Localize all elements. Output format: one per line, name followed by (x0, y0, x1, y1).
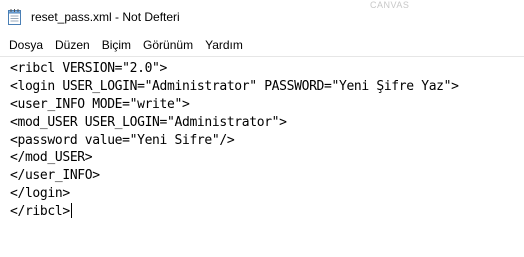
menu-yardim[interactable]: Yardım (199, 38, 249, 52)
text-line: </user_INFO> (10, 168, 100, 184)
background-caption: CANVAS (370, 0, 410, 10)
text-line: </login> (10, 186, 70, 202)
notepad-window: CANVAS reset_pass.xml - Not Defteri Dosy… (0, 0, 524, 257)
menu-gorunum[interactable]: Görünüm (137, 38, 199, 52)
title-bar[interactable]: CANVAS reset_pass.xml - Not Defteri (0, 0, 524, 33)
notepad-icon[interactable] (8, 9, 21, 25)
window-title: reset_pass.xml - Not Defteri (31, 10, 180, 24)
text-caret (70, 203, 72, 219)
text-line: <password value="Yeni Sifre"/> (10, 132, 235, 148)
text-line: <user_INFO MODE="write"> (10, 96, 190, 112)
text-line: </mod_USER> (10, 150, 93, 166)
text-line: <mod_USER USER_LOGIN="Administrator"> (10, 114, 287, 130)
text-editor[interactable]: <ribcl VERSION="2.0"> <login USER_LOGIN=… (0, 57, 524, 257)
text-lines: <ribcl VERSION="2.0"> <login USER_LOGIN=… (10, 60, 459, 221)
text-line: <ribcl VERSION="2.0"> (10, 61, 168, 76)
menu-duzen[interactable]: Düzen (49, 38, 96, 52)
menu-bar: Dosya Düzen Biçim Görünüm Yardım (0, 35, 524, 55)
menu-bicim[interactable]: Biçim (96, 38, 137, 52)
text-line: </ribcl> (10, 203, 72, 220)
menu-dosya[interactable]: Dosya (4, 38, 49, 52)
text-line: <login USER_LOGIN="Administrator" PASSWO… (10, 78, 459, 94)
